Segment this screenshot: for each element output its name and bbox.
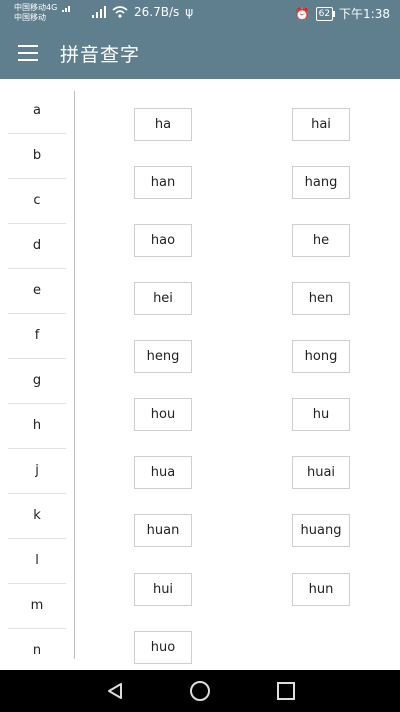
syllable-button[interactable]: hong <box>292 340 350 373</box>
syllable-button[interactable]: huan <box>134 514 192 547</box>
signal-icon <box>61 5 70 12</box>
wifi-icon <box>112 6 128 18</box>
syllable-button[interactable]: ha <box>134 108 192 141</box>
menu-icon[interactable] <box>18 45 38 61</box>
carrier-2: 中国移动 <box>14 13 46 22</box>
syllable-button[interactable]: hang <box>292 166 350 199</box>
syllable-button[interactable]: huo <box>134 631 192 664</box>
syllable-button[interactable]: hun <box>292 573 350 606</box>
syllable-button[interactable]: hua <box>134 456 192 489</box>
alarm-icon: ⏰ <box>294 6 310 21</box>
carrier-1: 中国移动4G <box>14 3 58 12</box>
syllable-button[interactable]: han <box>134 166 192 199</box>
syllable-grid: ha hai han hang hao he hei hen heng hong… <box>0 79 400 670</box>
syllable-button[interactable]: hai <box>292 108 350 141</box>
status-mid: 26.7B/s ψ <box>92 5 193 19</box>
network-speed: 26.7B/s <box>134 5 180 19</box>
page-title: 拼音查字 <box>60 44 141 66</box>
carrier-info: 中国移动4G 中国移动 <box>14 3 72 23</box>
home-icon[interactable] <box>190 681 210 701</box>
app-bar: 拼音查字 <box>0 27 400 79</box>
syllable-button[interactable]: hao <box>134 224 192 257</box>
syllable-button[interactable]: hu <box>292 398 350 431</box>
syllable-button[interactable]: huang <box>292 514 350 547</box>
clock: 下午1:38 <box>339 7 390 21</box>
back-icon[interactable] <box>106 682 124 700</box>
syllable-button[interactable]: heng <box>134 340 192 373</box>
syllable-button[interactable]: hen <box>292 282 350 315</box>
syllable-button[interactable]: he <box>292 224 350 257</box>
status-bar: 中国移动4G 中国移动 26.7B/s ψ ⏰ 62 下午1:38 <box>0 0 400 27</box>
syllable-button[interactable]: huai <box>292 456 350 489</box>
syllable-button[interactable]: hui <box>134 573 192 606</box>
navigation-bar <box>0 670 400 712</box>
usb-icon: ψ <box>185 5 194 19</box>
main-content: a b c d e f g h j k l m n ha hai han han… <box>0 79 400 674</box>
battery-icon: 62 <box>315 6 336 21</box>
signal-icon <box>92 6 106 18</box>
syllable-button[interactable]: hou <box>134 398 192 431</box>
recent-apps-icon[interactable] <box>277 682 295 700</box>
status-right: ⏰ 62 下午1:38 <box>295 5 390 22</box>
syllable-button[interactable]: hei <box>134 282 192 315</box>
